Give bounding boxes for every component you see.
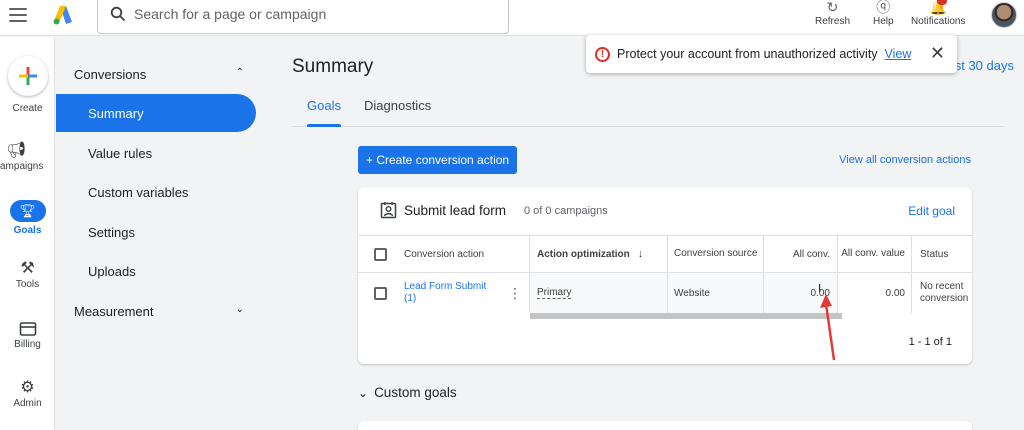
- main-content: Summary ast 30 days Goals Diagnostics + …: [272, 37, 1024, 430]
- tab-diagnostics[interactable]: Diagnostics: [364, 98, 431, 113]
- col-header-status[interactable]: Status: [911, 236, 972, 272]
- subnav-item-settings[interactable]: Settings: [56, 213, 256, 251]
- subnav-item-label: Settings: [88, 224, 135, 240]
- subnav-item-label: Uploads: [88, 263, 136, 279]
- rail-label-create: Create: [12, 103, 43, 114]
- security-alert: ! Protect your account from unauthorized…: [586, 35, 957, 73]
- refresh-icon: ↻: [826, 0, 839, 15]
- notifications-button[interactable]: 🔔 Notifications: [911, 0, 965, 27]
- goal-card: Submit lead form 0 of 0 campaigns Edit g…: [358, 187, 972, 364]
- rail-item-goals[interactable]: 🏆︎ Goals: [0, 200, 55, 236]
- goal-campaign-count: 0 of 0 campaigns: [524, 205, 608, 217]
- conversion-source-value: Website: [667, 273, 763, 313]
- create-conversion-action-button[interactable]: + Create conversion action: [358, 146, 518, 174]
- col-header-all-conv[interactable]: All conv.: [763, 236, 837, 272]
- view-all-conversion-actions-link[interactable]: View all conversion actions: [839, 154, 971, 166]
- conversion-action-link[interactable]: Lead Form Submit (1): [404, 281, 494, 305]
- select-all-checkbox[interactable]: [374, 247, 387, 261]
- trophy-icon: 🏆︎: [9, 200, 46, 222]
- col-header-action[interactable]: Conversion action: [404, 236, 524, 272]
- goal-card-header: Submit lead form 0 of 0 campaigns Edit g…: [358, 187, 972, 235]
- top-app-bar: ↻ Refresh ⓠ Help 🔔 Notifications: [0, 0, 1024, 36]
- chevron-down-icon: ⌄: [358, 385, 369, 400]
- alert-message: Protect your account from unauthorized a…: [617, 47, 878, 61]
- arrow-down-icon: ↓: [637, 248, 644, 260]
- refresh-label: Refresh: [815, 16, 851, 27]
- tab-bar: Goals Diagnostics: [292, 97, 1004, 127]
- red-annotation-arrow-icon: [820, 294, 836, 361]
- rail-label-admin: Admin: [13, 398, 42, 409]
- subnav-item-uploads[interactable]: Uploads: [56, 252, 256, 290]
- conversions-section-toggle[interactable]: Conversions ⌃: [74, 67, 244, 82]
- search-icon: [110, 6, 126, 22]
- more-vert-icon[interactable]: ⋮: [508, 285, 522, 302]
- table-row: Lead Form Submit (1) ⋮ Primary Website 0…: [358, 273, 972, 313]
- col-header-optimization[interactable]: Action optimization ↓: [529, 236, 668, 272]
- horizontal-scrollbar[interactable]: [358, 313, 972, 319]
- col-header-all-conv-value[interactable]: All conv. value: [837, 236, 911, 272]
- table-header: Conversion action Action optimization ↓ …: [358, 235, 972, 273]
- goal-title: Submit lead form: [404, 203, 507, 218]
- error-icon: !: [595, 46, 610, 62]
- status-value: No recent conversion: [911, 273, 972, 313]
- col-header-source[interactable]: Conversion source: [667, 236, 763, 272]
- rail-label-tools: Tools: [15, 279, 40, 290]
- conversions-section-label: Conversions: [74, 67, 147, 82]
- measurement-section-label: Measurement: [74, 304, 154, 319]
- custom-goals-card: [358, 421, 972, 430]
- date-range-picker[interactable]: ast 30 days: [948, 58, 1015, 73]
- rail-item-billing[interactable]: Billing: [0, 319, 55, 350]
- all-conv-value-value: 0.00: [837, 273, 911, 313]
- search-input[interactable]: [134, 6, 474, 22]
- chevron-down-icon: ⌄: [235, 304, 244, 315]
- close-icon[interactable]: ✕: [930, 44, 945, 62]
- custom-goals-toggle[interactable]: ⌄ Custom goals: [358, 385, 457, 400]
- rail-item-create[interactable]: Create: [0, 56, 55, 114]
- sub-navigation: Conversions ⌃ Summary Value rules Custom…: [56, 37, 271, 430]
- search-bar[interactable]: [97, 0, 509, 34]
- rail-label-campaigns: ampaigns: [0, 161, 44, 172]
- row-checkbox[interactable]: [374, 286, 387, 300]
- avatar[interactable]: [991, 2, 1017, 28]
- chevron-up-icon: ⌃: [235, 67, 244, 78]
- measurement-section-toggle[interactable]: Measurement ⌄: [74, 304, 244, 319]
- megaphone-icon: 📢︎: [6, 142, 27, 159]
- subnav-item-label: Summary: [88, 105, 144, 121]
- rail-item-admin[interactable]: ⚙ Admin: [0, 378, 55, 409]
- custom-goals-label: Custom goals: [374, 385, 457, 400]
- pagination-text: 1 - 1 of 1: [908, 336, 952, 348]
- optimization-value[interactable]: Primary: [537, 287, 572, 299]
- plus-icon: [18, 67, 37, 85]
- scrollbar-thumb[interactable]: [530, 313, 842, 319]
- tools-icon: ⚒: [20, 260, 35, 277]
- rail-label-billing: Billing: [14, 339, 41, 350]
- card-icon: [19, 322, 36, 336]
- edit-goal-link[interactable]: Edit goal: [908, 204, 955, 218]
- google-ads-logo[interactable]: [52, 4, 74, 26]
- subnav-item-label: Custom variables: [88, 184, 189, 200]
- tab-goals[interactable]: Goals: [307, 98, 341, 127]
- subnav-item-value-rules[interactable]: Value rules: [56, 134, 256, 172]
- rail-item-campaigns[interactable]: 📢︎ ampaigns: [0, 141, 55, 172]
- gear-icon: ⚙: [20, 379, 35, 396]
- help-button[interactable]: ⓠ Help: [873, 0, 894, 27]
- refresh-button[interactable]: ↻ Refresh: [815, 0, 850, 27]
- rail-label-goals: Goals: [13, 225, 42, 236]
- page-title: Summary: [292, 56, 374, 77]
- subnav-item-label: Value rules: [88, 145, 153, 161]
- lead-form-icon: [380, 202, 397, 219]
- help-icon: ⓠ: [876, 0, 891, 15]
- rail-item-tools[interactable]: ⚒ Tools: [0, 259, 55, 290]
- left-rail: Create 📢︎ ampaigns 🏆︎ Goals ⚒ Tools Bill…: [0, 37, 55, 430]
- subnav-item-custom-variables[interactable]: Custom variables: [56, 173, 256, 211]
- create-button[interactable]: [7, 56, 48, 96]
- subnav-item-summary[interactable]: Summary: [56, 94, 256, 132]
- alert-view-link[interactable]: View: [885, 47, 912, 61]
- notifications-label: Notifications: [911, 16, 966, 27]
- help-label: Help: [873, 16, 894, 27]
- col-header-optimization-label: Action optimization: [537, 248, 630, 260]
- menu-icon[interactable]: [9, 8, 27, 22]
